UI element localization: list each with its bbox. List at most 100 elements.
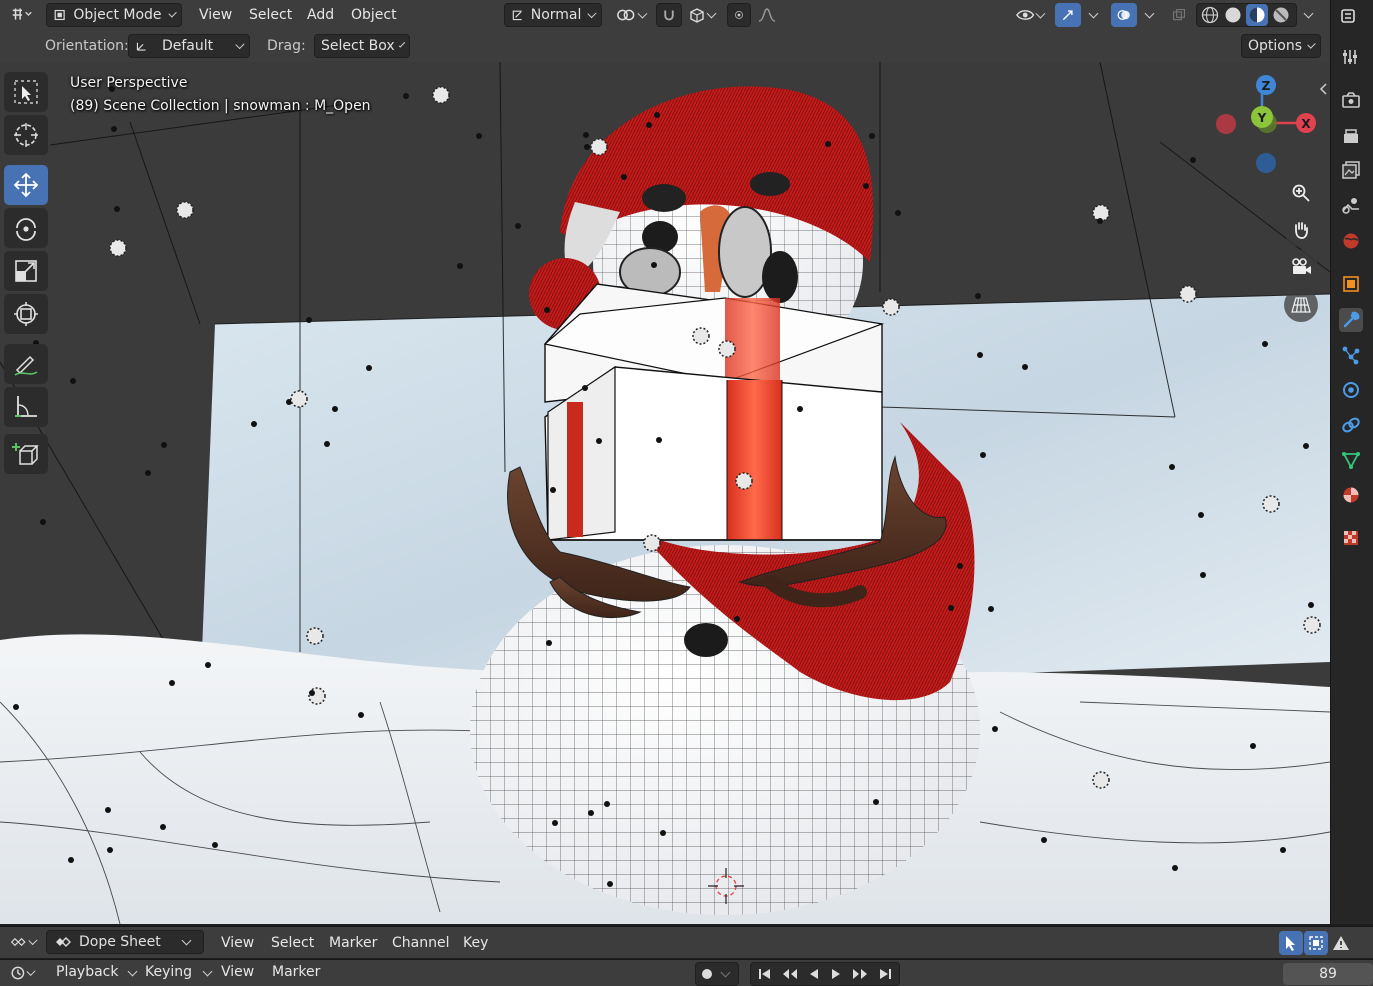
snow-particle xyxy=(309,690,315,696)
dope-menu-key[interactable]: Key xyxy=(463,935,488,951)
overlays-toggle[interactable] xyxy=(1111,3,1137,27)
tab-object[interactable] xyxy=(1339,272,1363,296)
object-icon xyxy=(1343,276,1359,292)
measure-tool[interactable] xyxy=(4,387,48,427)
menu-object[interactable]: Object xyxy=(351,3,397,27)
material-preview-icon[interactable] xyxy=(1246,4,1268,26)
snow-particle xyxy=(1303,616,1321,634)
dope-mode-dropdown[interactable]: Dope Sheet xyxy=(46,930,204,954)
magnet-icon xyxy=(664,10,674,21)
tab-constraints[interactable] xyxy=(1339,413,1363,437)
snap-increment-icon xyxy=(690,8,704,23)
dope-menu-select[interactable]: Select xyxy=(271,935,314,951)
cursor-tool[interactable] xyxy=(4,115,48,155)
tab-tool[interactable] xyxy=(1339,45,1363,69)
scale-tool[interactable] xyxy=(4,251,48,291)
dope-sheet-editor-icon xyxy=(10,937,26,947)
tab-render[interactable] xyxy=(1339,88,1363,112)
solid-shading-icon[interactable] xyxy=(1223,5,1243,25)
snow-particle xyxy=(403,93,409,99)
proportional-editing-toggle[interactable] xyxy=(727,3,751,27)
snap-toggle[interactable] xyxy=(656,3,682,27)
x-axis-label: X xyxy=(1301,117,1311,131)
timeline-editor-type-button[interactable] xyxy=(4,961,40,985)
tab-texture[interactable] xyxy=(1339,526,1363,550)
perspective-toggle-button[interactable] xyxy=(1284,288,1318,322)
constraints-icon xyxy=(1342,417,1360,433)
visibility-dropdown[interactable] xyxy=(1010,3,1050,27)
proportional-falloff-dropdown[interactable] xyxy=(752,3,790,27)
snow-particle xyxy=(358,712,364,718)
options-dropdown[interactable]: Options xyxy=(1241,34,1321,58)
auto-keying-toggle[interactable] xyxy=(695,962,739,986)
rotate-tool[interactable] xyxy=(4,208,48,248)
only-selected-toggle[interactable] xyxy=(1279,931,1303,955)
current-frame-field[interactable]: 89 xyxy=(1283,963,1373,985)
xray-toggle[interactable] xyxy=(1166,3,1192,27)
neg-x-axis-ball[interactable] xyxy=(1216,114,1236,134)
transform-orientation-dropdown[interactable]: Normal xyxy=(504,3,602,27)
pivot-point-dropdown[interactable] xyxy=(610,3,652,27)
tab-scene[interactable] xyxy=(1339,193,1363,217)
snow-particle xyxy=(306,317,312,323)
tab-object-data[interactable] xyxy=(1339,448,1363,472)
dope-menu-view[interactable]: View xyxy=(221,935,254,951)
menu-add[interactable]: Add xyxy=(307,3,334,27)
orientation-dropdown[interactable]: Default xyxy=(128,34,250,58)
snow-particle xyxy=(457,263,463,269)
wireframe-shading-icon[interactable] xyxy=(1200,5,1220,25)
tab-modifiers[interactable] xyxy=(1339,308,1363,332)
next-keyframe-icon[interactable] xyxy=(851,967,869,981)
only-errors-toggle[interactable] xyxy=(1329,931,1353,955)
prev-keyframe-icon[interactable] xyxy=(781,967,799,981)
editor-type-button[interactable] xyxy=(4,3,40,27)
properties-editor-type-button[interactable] xyxy=(1339,4,1363,28)
dope-menu-channel[interactable]: Channel xyxy=(392,935,449,951)
overlays-dropdown[interactable] xyxy=(1138,3,1160,27)
tab-view-layer[interactable] xyxy=(1339,158,1363,182)
timeline-menu-view[interactable]: View xyxy=(221,964,254,980)
jump-start-icon[interactable] xyxy=(757,967,773,981)
add-cube-tool[interactable] xyxy=(4,434,48,474)
snap-target-dropdown[interactable] xyxy=(683,3,721,27)
move-tool[interactable] xyxy=(4,165,48,205)
tab-world[interactable] xyxy=(1339,229,1363,253)
drag-dropdown[interactable]: Select Box xyxy=(314,34,410,58)
3d-viewport[interactable]: User Perspective (89) Scene Collection |… xyxy=(0,62,1330,924)
navigation-gizmo[interactable]: Y Z X xyxy=(1205,72,1320,182)
jump-end-icon[interactable] xyxy=(877,967,893,981)
playback-controls xyxy=(750,962,900,986)
drag-value: Select Box xyxy=(321,38,395,54)
physics-icon xyxy=(1343,382,1359,398)
dope-editor-type-button[interactable] xyxy=(4,930,42,954)
camera-view-button[interactable] xyxy=(1284,250,1318,284)
sidebar-toggle-icon[interactable] xyxy=(1318,82,1328,96)
gizmo-toggle[interactable] xyxy=(1055,3,1081,27)
pan-button[interactable] xyxy=(1284,213,1318,247)
interaction-mode-dropdown[interactable]: Object Mode xyxy=(46,3,182,27)
annotate-tool[interactable] xyxy=(4,344,48,384)
snow-particle xyxy=(797,406,803,412)
timeline-menu-marker[interactable]: Marker xyxy=(272,964,320,980)
keying-menu[interactable]: Keying xyxy=(145,964,192,980)
transform-tool[interactable] xyxy=(4,294,48,334)
shading-dropdown[interactable] xyxy=(1297,3,1319,27)
menu-view[interactable]: View xyxy=(199,3,232,27)
menu-select[interactable]: Select xyxy=(249,3,292,27)
rendered-shading-icon[interactable] xyxy=(1271,5,1291,25)
tab-physics[interactable] xyxy=(1339,378,1363,402)
play-reverse-icon[interactable] xyxy=(807,967,821,981)
snow-particle xyxy=(1190,157,1196,163)
show-hidden-toggle[interactable] xyxy=(1304,931,1328,955)
dope-menu-marker[interactable]: Marker xyxy=(329,935,377,951)
play-icon[interactable] xyxy=(829,967,843,981)
gizmo-dropdown[interactable] xyxy=(1082,3,1104,27)
neg-z-axis-ball[interactable] xyxy=(1256,153,1276,173)
select-box-tool[interactable] xyxy=(4,72,48,112)
tab-output[interactable] xyxy=(1339,124,1363,148)
playback-menu[interactable]: Playback xyxy=(56,964,118,980)
tab-material[interactable] xyxy=(1339,483,1363,507)
zoom-button[interactable] xyxy=(1284,176,1318,210)
zoom-icon xyxy=(1292,184,1310,202)
tab-particles[interactable] xyxy=(1339,343,1363,367)
